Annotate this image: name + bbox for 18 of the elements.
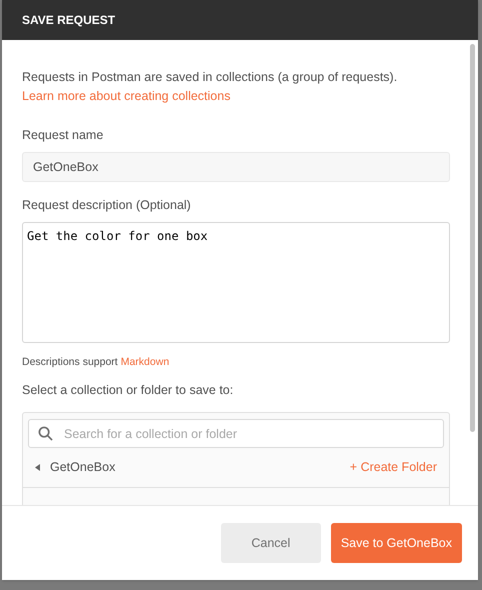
create-folder-link[interactable]: + Create Folder [350,458,437,477]
name-label: Request name [22,127,104,144]
search-icon [38,426,53,441]
request-description-field[interactable]: Get the color for one box [22,222,450,342]
scrollbar-thumb[interactable] [470,44,475,432]
save-button[interactable]: Save to GetOneBox [330,523,462,563]
collection-row[interactable]: GetOneBox + Create Folder [23,448,449,488]
collection-label: Select a collection or folder to save to: [22,382,234,400]
intro-text: Requests in Postman are saved in collections (a group of requests). [22,69,398,86]
collection-name: GetOneBox [50,459,116,476]
request-name-field[interactable]: GetOneBox [22,152,450,182]
learn-more-link[interactable]: Learn more about creating collections [22,87,446,106]
collection-search-field[interactable]: Search for a collection or folder [28,419,444,448]
markdown-link[interactable]: Markdown [120,354,170,370]
markdown-note: Descriptions support [22,354,118,370]
cancel-button[interactable]: Cancel [220,523,321,563]
dialog-title: SAVE REQUEST [22,12,116,29]
description-label: Request description (Optional) [22,196,192,214]
